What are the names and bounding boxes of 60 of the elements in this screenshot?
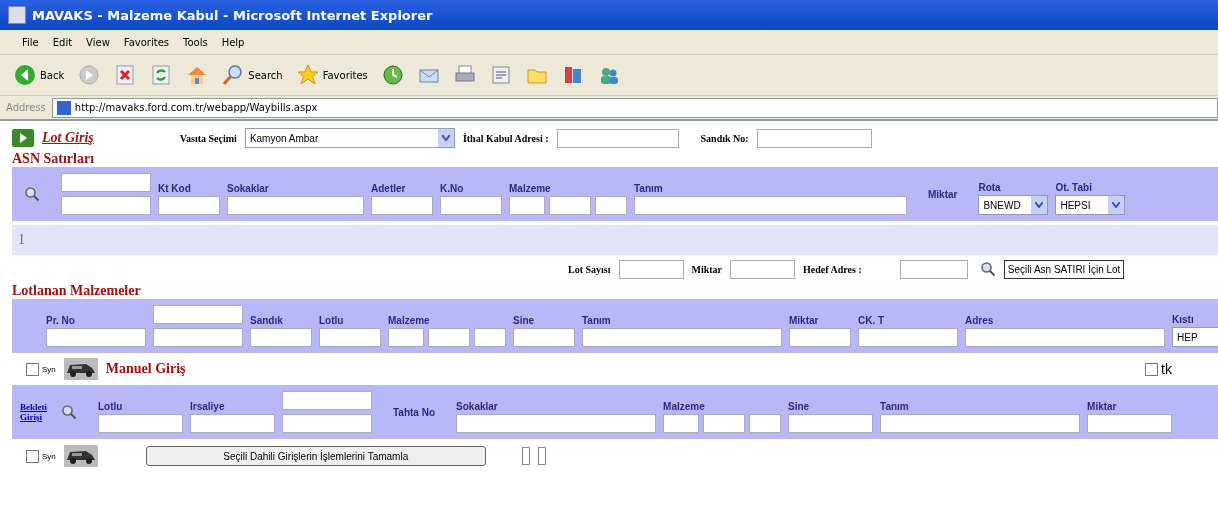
complete-button[interactable]: Seçili Dahili Girişlerin İşlemlerini Tamamla xyxy=(145,446,486,466)
link[interactable]: Bekleti Girişi xyxy=(20,402,50,422)
section-heading: Lotlanan Malzemeler xyxy=(12,283,142,299)
toolbar-button[interactable]: Favorites xyxy=(294,62,370,88)
column-label: Malzeme xyxy=(663,401,706,413)
column-label: Irsaliye xyxy=(190,401,226,413)
column-label: Sokaklar xyxy=(227,183,270,195)
address-label: Address xyxy=(6,102,46,113)
window-title: MAVAKS - Malzeme Kabul - Microsoft Internet Explorer xyxy=(32,7,433,23)
column-label: Sokaklar xyxy=(456,401,499,413)
column-label: Kıstı xyxy=(1172,314,1195,326)
menu-item[interactable]: View xyxy=(86,36,110,48)
address-field[interactable]: http://mavaks.ford.com.tr/webapp/Waybills.aspx xyxy=(51,97,1218,118)
menu-item[interactable]: Help xyxy=(221,36,245,48)
column-label: Adetler xyxy=(371,183,407,195)
column-label: Tanım xyxy=(582,315,612,327)
dropdown[interactable]: HEPSI xyxy=(1055,195,1126,215)
menu-item[interactable]: Tools xyxy=(183,36,208,48)
dropdown[interactable]: Kamyon Ambar xyxy=(244,128,455,148)
checkbox-label: Syn xyxy=(42,364,56,374)
column-label: Miktar xyxy=(1087,401,1118,413)
column-label: Miktar xyxy=(789,315,820,327)
field-label: Hedef Adres : xyxy=(803,263,862,275)
column-label: Tanım xyxy=(634,183,664,195)
toolbar-button[interactable]: Search xyxy=(220,62,285,88)
toolbar-button[interactable]: Back xyxy=(12,62,67,88)
column-label: Sine xyxy=(788,401,811,413)
section-heading: Manuel Giriş xyxy=(105,361,186,377)
column-label: Malzeme xyxy=(388,315,431,327)
column-label: Ot. Tabi xyxy=(1055,182,1093,194)
column-label: Sandık xyxy=(250,315,284,327)
column-label: Tanım xyxy=(880,401,910,413)
menu-item[interactable]: Edit xyxy=(52,36,73,48)
checkbox-label: Syn xyxy=(42,451,56,461)
column-label: K.No xyxy=(440,183,465,195)
column-label: Sine xyxy=(513,315,536,327)
dropdown[interactable]: BNEWD xyxy=(978,195,1049,215)
column-label: Rota xyxy=(978,182,1002,194)
column-label: CK. T xyxy=(858,315,886,327)
column-label: Miktar xyxy=(927,188,959,200)
field-label: Lot Sayısı xyxy=(568,263,611,275)
column-label: Pr. No xyxy=(46,315,76,327)
link[interactable]: Lot Giriş xyxy=(42,130,94,146)
menu-item[interactable]: File xyxy=(22,36,39,48)
menu-item[interactable]: Favorites xyxy=(123,36,169,48)
column-label: Tahta No xyxy=(392,406,437,418)
field-label: Vasıta Seçimi xyxy=(179,132,237,144)
page-number[interactable]: 1 xyxy=(18,232,25,248)
column-label: Kt Kod xyxy=(158,183,192,195)
column-label: Adres xyxy=(965,315,995,327)
field-label: İthal Kabul Adresi : xyxy=(462,132,549,144)
dropdown[interactable]: HEP xyxy=(1172,327,1218,347)
section-heading: ASN Satırları xyxy=(12,151,96,167)
checkbox-label: tk xyxy=(1161,361,1172,377)
column-label: Lotlu xyxy=(319,315,345,327)
field-label: Miktar xyxy=(691,263,723,275)
column-label: Lotlu xyxy=(98,401,124,413)
field-label: Sandık No: xyxy=(700,132,749,144)
column-label: Malzeme xyxy=(509,183,552,195)
lot-button[interactable]: Seçili Asn SATIRI İçin Lot xyxy=(1003,259,1125,279)
